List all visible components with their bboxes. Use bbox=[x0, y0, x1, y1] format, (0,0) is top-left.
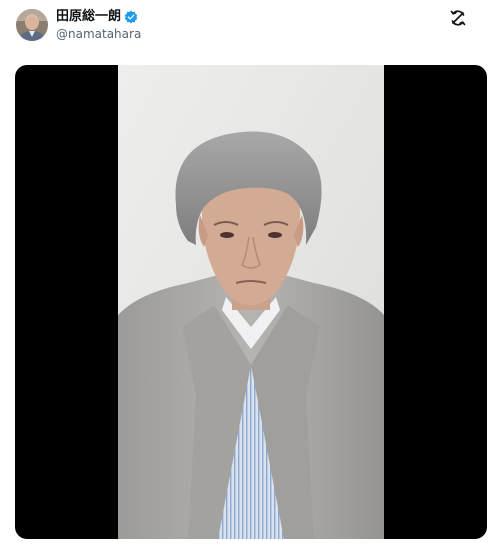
post-header: 田原総一朗 @namatahara bbox=[0, 0, 500, 52]
video-frame bbox=[118, 65, 384, 539]
avatar-image bbox=[16, 9, 48, 41]
video-still-image bbox=[118, 65, 384, 539]
author-display-name: 田原総一朗 bbox=[56, 9, 122, 24]
verified-badge-icon bbox=[124, 10, 138, 24]
author-avatar[interactable] bbox=[16, 9, 48, 41]
author-handle[interactable]: @namatahara bbox=[56, 27, 141, 42]
author-name[interactable]: 田原総一朗 bbox=[56, 8, 138, 25]
video-player[interactable] bbox=[15, 65, 487, 539]
refresh-icon[interactable] bbox=[448, 8, 468, 28]
